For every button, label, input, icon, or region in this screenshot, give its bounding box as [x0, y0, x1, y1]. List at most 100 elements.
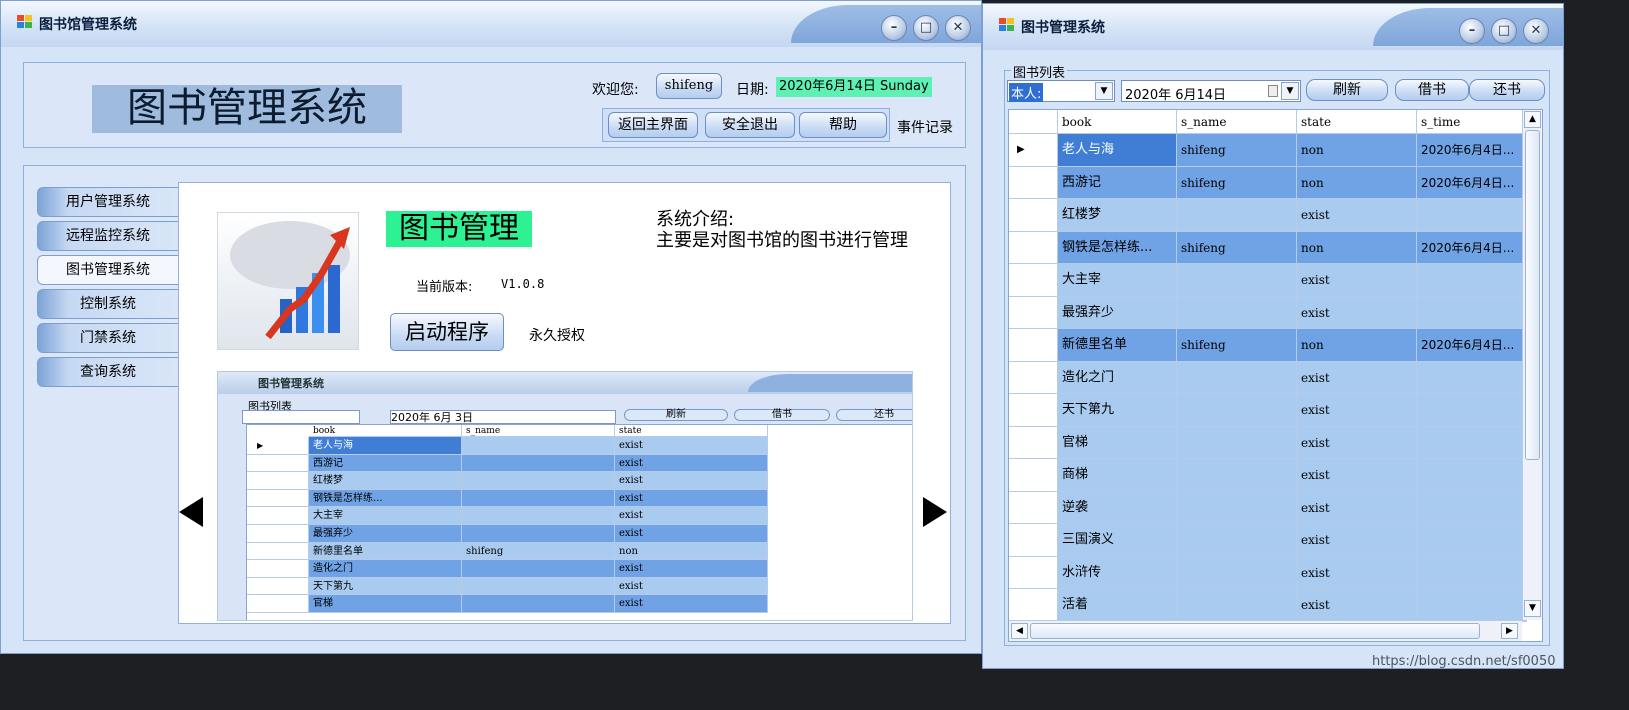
chevron-down-icon[interactable]: ▼	[1095, 82, 1113, 100]
grid-cell-book[interactable]: 西游记	[1058, 166, 1177, 199]
grid-cell-s_time[interactable]	[1417, 459, 1527, 492]
arrow-right-icon[interactable]	[923, 497, 947, 527]
return-button[interactable]: 还书	[1469, 79, 1545, 101]
close-icon[interactable]: ✕	[1523, 18, 1549, 44]
sidebar-item-query[interactable]: 查询系统	[37, 357, 179, 387]
grid-cell-s_time[interactable]	[1417, 524, 1527, 557]
grid-cell-s_name[interactable]	[1177, 524, 1297, 557]
maximize-icon[interactable]: □	[1491, 18, 1517, 44]
grid-cell-state[interactable]: exist	[1297, 459, 1417, 492]
grid-cell-book[interactable]: 水浒传	[1058, 556, 1177, 589]
grid-cell-s_name[interactable]	[1177, 426, 1297, 459]
grid-cell-s_name[interactable]	[1177, 296, 1297, 329]
grid-cell-s_name[interactable]	[1177, 264, 1297, 297]
grid-cell-s_name[interactable]: shifeng	[1177, 166, 1297, 199]
grid-cell-book[interactable]: 大主宰	[1058, 264, 1177, 297]
chevron-down-icon[interactable]: ▼	[1281, 82, 1299, 100]
scroll-down-icon[interactable]: ▼	[1524, 600, 1541, 617]
grid-cell-book[interactable]: 官梯	[1058, 426, 1177, 459]
grid-cell-s_name[interactable]	[1177, 361, 1297, 394]
user-button[interactable]: shifeng	[656, 73, 722, 99]
minimize-icon[interactable]: –	[1459, 18, 1485, 44]
grid-cell-s_name[interactable]	[1177, 394, 1297, 427]
grid-cell-state[interactable]: exist	[1297, 589, 1417, 622]
row-header[interactable]	[1009, 264, 1058, 297]
grid-cell-s_time[interactable]: 2020年6月4日...	[1417, 166, 1527, 199]
event-log-link[interactable]: 事件记录	[897, 117, 953, 137]
scroll-h-thumb[interactable]	[1030, 623, 1480, 639]
grid-header-state[interactable]: state	[1297, 110, 1417, 134]
row-header[interactable]	[1009, 459, 1058, 492]
grid-cell-book[interactable]: 三国演义	[1058, 524, 1177, 557]
row-header[interactable]: ▶	[1009, 134, 1058, 167]
grid-cell-state[interactable]: exist	[1297, 524, 1417, 557]
grid-cell-s_name[interactable]: shifeng	[1177, 134, 1297, 167]
refresh-button[interactable]: 刷新	[1306, 79, 1388, 101]
grid-cell-book[interactable]: 造化之门	[1058, 361, 1177, 394]
grid-cell-book[interactable]: 钢铁是怎样练...	[1058, 231, 1177, 264]
grid-cell-s_time[interactable]	[1417, 394, 1527, 427]
grid-cell-state[interactable]: non	[1297, 166, 1417, 199]
main-titlebar[interactable]: 图书馆管理系统 – □ ✕	[1, 1, 981, 47]
row-header[interactable]	[1009, 589, 1058, 622]
grid-cell-state[interactable]: exist	[1297, 426, 1417, 459]
row-header[interactable]	[1009, 231, 1058, 264]
grid-cell-state[interactable]: non	[1297, 134, 1417, 167]
book-titlebar[interactable]: 图书管理系统 – □ ✕	[983, 4, 1563, 50]
grid-cell-s_time[interactable]	[1417, 556, 1527, 589]
grid-cell-state[interactable]: exist	[1297, 491, 1417, 524]
grid-cell-s_name[interactable]	[1177, 589, 1297, 622]
grid-cell-state[interactable]: exist	[1297, 264, 1417, 297]
row-header[interactable]	[1009, 394, 1058, 427]
borrow-button[interactable]: 借书	[1395, 79, 1469, 101]
grid-cell-book[interactable]: 老人与海	[1058, 134, 1177, 167]
row-header[interactable]	[1009, 491, 1058, 524]
grid-cell-state[interactable]: exist	[1297, 556, 1417, 589]
help-button[interactable]: 帮助	[799, 112, 887, 138]
grid-cell-s_name[interactable]	[1177, 199, 1297, 232]
sidebar-item-control[interactable]: 控制系统	[37, 289, 179, 319]
grid-cell-s_time[interactable]: 2020年6月4日...	[1417, 329, 1527, 362]
date-picker[interactable]: 2020年 6月14日 ▼	[1121, 80, 1301, 103]
grid-cell-s_time[interactable]	[1417, 426, 1527, 459]
grid-cell-s_name[interactable]: shifeng	[1177, 231, 1297, 264]
row-header[interactable]	[1009, 199, 1058, 232]
maximize-icon[interactable]: □	[913, 15, 939, 41]
grid-cell-s_name[interactable]	[1177, 491, 1297, 524]
close-icon[interactable]: ✕	[945, 15, 971, 41]
minimize-icon[interactable]: –	[881, 15, 907, 41]
grid-cell-s_time[interactable]	[1417, 589, 1527, 622]
grid-cell-book[interactable]: 红楼梦	[1058, 199, 1177, 232]
grid-cell-s_time[interactable]	[1417, 361, 1527, 394]
grid-cell-s_time[interactable]	[1417, 264, 1527, 297]
sidebar-item-access[interactable]: 门禁系统	[37, 323, 179, 353]
vertical-scrollbar[interactable]: ▲ ▼	[1522, 110, 1542, 620]
sidebar-item-book-mgmt[interactable]: 图书管理系统	[37, 255, 179, 285]
grid-cell-s_time[interactable]	[1417, 199, 1527, 232]
row-header[interactable]	[1009, 329, 1058, 362]
row-header[interactable]	[1009, 361, 1058, 394]
grid-cell-s_time[interactable]	[1417, 491, 1527, 524]
grid-cell-s_name[interactable]: shifeng	[1177, 329, 1297, 362]
grid-cell-book[interactable]: 商梯	[1058, 459, 1177, 492]
grid-cell-state[interactable]: non	[1297, 231, 1417, 264]
row-header[interactable]	[1009, 426, 1058, 459]
grid-cell-s_name[interactable]	[1177, 459, 1297, 492]
grid-cell-book[interactable]: 最强弃少	[1058, 296, 1177, 329]
grid-cell-state[interactable]: exist	[1297, 199, 1417, 232]
row-header[interactable]	[1009, 524, 1058, 557]
grid-cell-s_time[interactable]: 2020年6月4日...	[1417, 134, 1527, 167]
grid-header-s_time[interactable]: s_time	[1417, 110, 1527, 134]
scroll-right-icon[interactable]: ▶	[1501, 623, 1518, 639]
horizontal-scrollbar[interactable]: ◀ ▶	[1009, 620, 1522, 641]
arrow-left-icon[interactable]	[179, 497, 203, 527]
grid-cell-state[interactable]: exist	[1297, 296, 1417, 329]
filter-combo[interactable]: 本人: ▼	[1007, 80, 1115, 102]
grid-header-book[interactable]: book	[1058, 110, 1177, 134]
row-header[interactable]	[1009, 296, 1058, 329]
scroll-up-icon[interactable]: ▲	[1524, 111, 1541, 128]
grid-cell-book[interactable]: 逆袭	[1058, 491, 1177, 524]
sidebar-item-user-mgmt[interactable]: 用户管理系统	[37, 187, 179, 217]
grid-cell-s_name[interactable]	[1177, 556, 1297, 589]
grid-header-s_name[interactable]: s_name	[1177, 110, 1297, 134]
